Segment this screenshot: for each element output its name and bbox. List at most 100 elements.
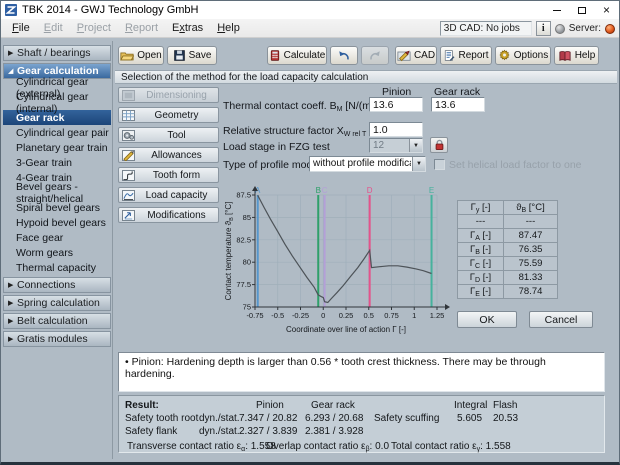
sidebar-item-spiral-bevel-gears[interactable]: Spiral bevel gears [3, 200, 111, 215]
sidebar-item-bevel-gears-straight-helical[interactable]: Bevel gears - straight/helical [3, 185, 111, 200]
thermal-coeff-pinion-input[interactable] [369, 97, 423, 112]
sidebar-item-hypoid-bevel-gears[interactable]: Hypoid bevel gears [3, 215, 111, 230]
result-panel: Result: Pinion Gear rack Integral Flash … [118, 395, 605, 453]
svg-text:-0.75: -0.75 [246, 311, 263, 320]
sidebar-section-spring-calculation[interactable]: ▶Spring calculation [3, 295, 111, 311]
nav-button-dimensioning: Dimensioning [118, 87, 219, 103]
svg-text:Coordinate over line of action: Coordinate over line of action Γ [-] [286, 325, 406, 334]
table-row: ΓA [-]87.47 [458, 229, 558, 243]
gamma-temperature-table: Γy [-]ϑB [°C]------ΓA [-]87.47ΓB [-]76.3… [457, 200, 558, 299]
safety-tooth-root-label: Safety tooth root [125, 413, 198, 424]
calculator-icon [269, 49, 281, 62]
menu-bar: FileEditProjectReportExtrasHelp 3D CAD: … [1, 19, 619, 38]
sidebar-item-cylindrical-gear-internal-[interactable]: Cylindrical gear (internal) [3, 95, 111, 110]
open-button[interactable]: Open [118, 46, 164, 65]
lock-button[interactable] [430, 137, 448, 153]
dimensioning-icon [122, 90, 135, 104]
total-contact-ratio: Total contact ratio εγ: 1.558 [391, 441, 511, 453]
modifications-arrow-icon [122, 210, 135, 224]
chevron-down-icon: ▼ [412, 157, 425, 171]
table-row: ΓC [-]75.59 [458, 257, 558, 271]
safety-flank-mode: dyn./stat. [199, 426, 240, 437]
save-button[interactable]: Save [167, 46, 217, 65]
calculate-button[interactable]: Calculate [267, 46, 327, 65]
save-disk-icon [173, 49, 186, 62]
tree-collapsed-icon: ▶ [8, 49, 17, 57]
tree-expanded-icon: ◢ [8, 67, 17, 75]
safety-flank-label: Safety flank [125, 426, 177, 437]
undo-button[interactable] [330, 46, 358, 65]
result-col-pinion: Pinion [256, 400, 284, 411]
help-button[interactable]: Help [554, 46, 599, 65]
sidebar-item-3-gear-train[interactable]: 3-Gear train [3, 155, 111, 170]
thermal-coeff-gear-input[interactable] [431, 97, 485, 112]
transverse-contact-ratio: Transverse contact ratio εα: 1.558 [127, 441, 276, 453]
server-status-indicator [605, 24, 615, 34]
nav-button-load-capacity[interactable]: Load capacity [118, 187, 219, 203]
structure-factor-label: Relative structure factor XW rel T [-] [223, 125, 378, 138]
close-button[interactable]: × [594, 1, 619, 19]
cad-button[interactable]: CAD [395, 46, 437, 65]
nav-button-tool[interactable]: Tool [118, 127, 219, 143]
helical-load-factor-checkbox [434, 159, 445, 170]
cancel-button[interactable]: Cancel [529, 311, 593, 328]
cad-pencil-icon [397, 49, 411, 62]
svg-text:-0.25: -0.25 [292, 311, 309, 320]
nav-button-allowances[interactable]: Allowances [118, 147, 219, 163]
menu-item-help[interactable]: Help [210, 22, 247, 34]
options-button[interactable]: Options [495, 46, 551, 65]
svg-text:C: C [322, 186, 328, 195]
maximize-button[interactable] [569, 1, 594, 19]
minimize-button[interactable] [544, 1, 569, 19]
nav-button-geometry[interactable]: Geometry [118, 107, 219, 123]
close-icon: × [603, 3, 610, 17]
load-capacity-gauge-icon [122, 190, 135, 204]
redo-arrow-icon [368, 50, 382, 62]
window-title: TBK 2014 - GWJ Technology GmbH [22, 4, 198, 16]
chevron-down-icon: ▼ [409, 139, 422, 152]
svg-text:Contact temperature ϑB [°C]: Contact temperature ϑB [°C] [224, 202, 235, 301]
sidebar-section-gratis-modules[interactable]: ▶Gratis modules [3, 331, 111, 347]
result-col-flash: Flash [493, 400, 517, 411]
tree-collapsed-icon: ▶ [8, 335, 17, 343]
svg-text:87.5: 87.5 [236, 191, 251, 200]
structure-factor-input[interactable] [369, 122, 423, 137]
contact-temperature-chart: ABCDE-0.75-0.5-0.2500.250.50.7511.257577… [223, 185, 458, 337]
undo-arrow-icon [337, 50, 351, 62]
menu-item-extras[interactable]: Extras [165, 22, 210, 34]
app-icon [5, 4, 17, 16]
profile-modification-value: without profile modification [313, 157, 411, 171]
safety-flank-pinion: 2.327 / 3.839 [239, 426, 297, 437]
ok-button[interactable]: OK [457, 311, 517, 328]
nav-button-tooth-form[interactable]: Tooth form [118, 167, 219, 183]
nav-button-modifications[interactable]: Modifications [118, 207, 219, 223]
sidebar-section-connections[interactable]: ▶Connections [3, 277, 111, 293]
sidebar-item-worm-gears[interactable]: Worm gears [3, 245, 111, 260]
info-icon[interactable]: i [536, 21, 551, 36]
sidebar-item-face-gear[interactable]: Face gear [3, 230, 111, 245]
sidebar-section-shaft-bearings[interactable]: ▶Shaft / bearings [3, 45, 111, 61]
fzg-load-stage-select: 12 ▼ [369, 138, 423, 153]
profile-modification-select[interactable]: without profile modification ▼ [309, 156, 426, 172]
svg-text:B: B [316, 186, 321, 195]
section-header: Selection of the method for the load cap… [115, 70, 617, 84]
svg-text:E: E [429, 186, 434, 195]
safety-tooth-root-gear: 6.293 / 20.68 [305, 413, 363, 424]
sidebar-section-belt-calculation[interactable]: ▶Belt calculation [3, 313, 111, 329]
svg-text:0.25: 0.25 [339, 311, 354, 320]
sidebar-item-thermal-capacity[interactable]: Thermal capacity [3, 260, 111, 275]
open-folder-icon [120, 49, 134, 62]
svg-text:0.75: 0.75 [384, 311, 399, 320]
tooth-form-curve-icon [122, 170, 135, 184]
report-doc-icon [443, 49, 455, 62]
result-col-gear-rack: Gear rack [311, 400, 355, 411]
menu-item-file[interactable]: File [5, 22, 37, 34]
tool-gear-icon [122, 130, 135, 144]
sidebar-item-cylindrical-gear-pair[interactable]: Cylindrical gear pair [3, 125, 111, 140]
sidebar-item-planetary-gear-train[interactable]: Planetary gear train [3, 140, 111, 155]
app-window: TBK 2014 - GWJ Technology GmbH × FileEdi… [0, 0, 620, 465]
server-label: Server: [569, 23, 601, 34]
lock-icon [434, 139, 445, 151]
report-button[interactable]: Report [440, 46, 492, 65]
overlap-contact-ratio: Overlap contact ratio εβ: 0.0 [266, 441, 389, 453]
